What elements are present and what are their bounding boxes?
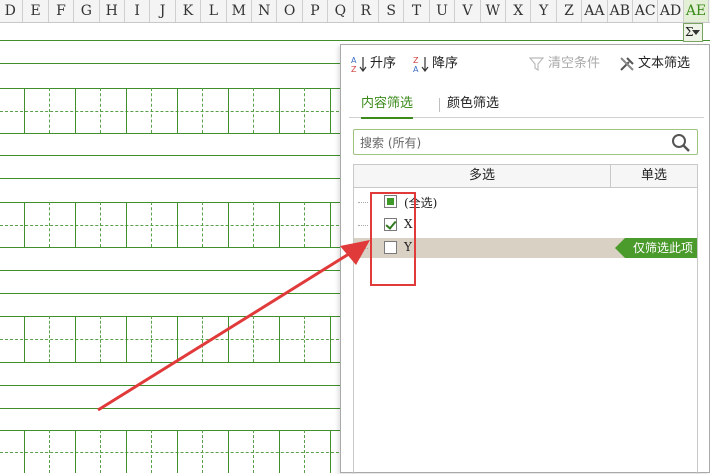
annotation-arrow xyxy=(97,240,370,412)
